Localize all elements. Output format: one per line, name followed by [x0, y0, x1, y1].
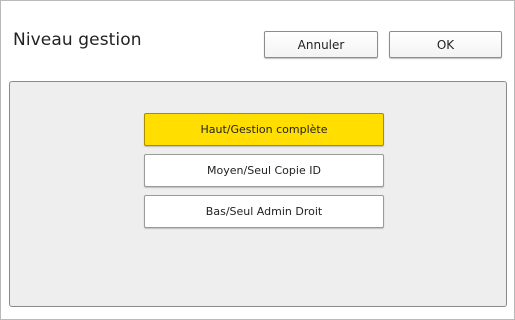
options-panel: Haut/Gestion complète Moyen/Seul Copie I…: [9, 81, 507, 307]
header-bar: Niveau gestion Annuler OK: [2, 2, 513, 70]
option-medium-copy-id-only[interactable]: Moyen/Seul Copie ID: [144, 154, 384, 187]
option-high-full-management[interactable]: Haut/Gestion complète: [144, 113, 384, 146]
page-title: Niveau gestion: [13, 30, 142, 50]
ok-button[interactable]: OK: [389, 31, 502, 58]
option-low-admin-right-only[interactable]: Bas/Seul Admin Droit: [144, 195, 384, 228]
management-level-screen: Niveau gestion Annuler OK Haut/Gestion c…: [0, 0, 515, 320]
cancel-button[interactable]: Annuler: [264, 31, 378, 58]
